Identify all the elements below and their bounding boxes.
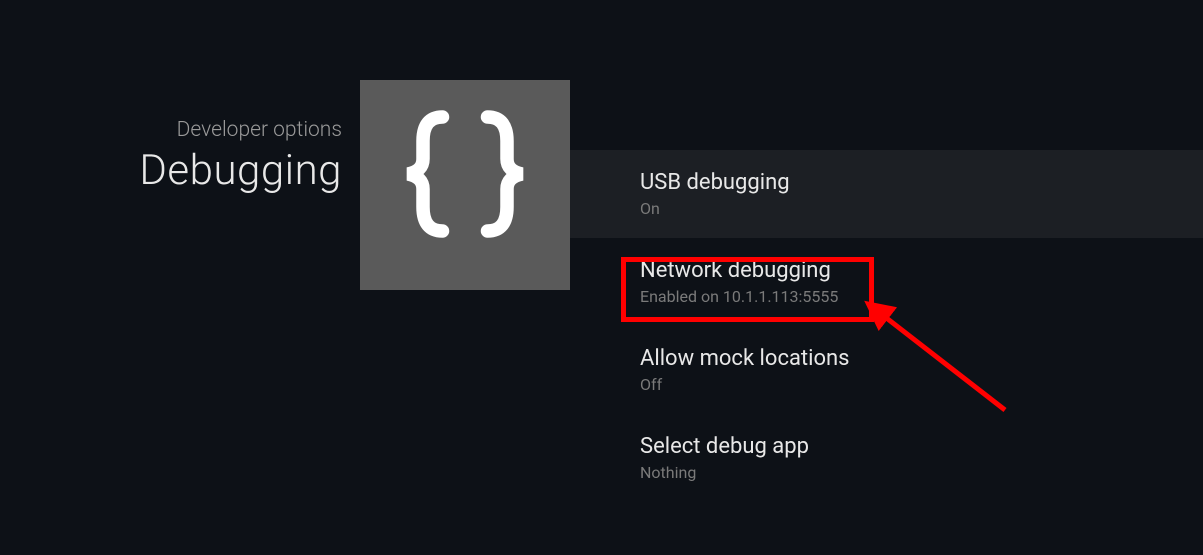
setting-title: Select debug app (640, 434, 1203, 459)
setting-subtitle: Off (640, 375, 1203, 394)
setting-subtitle: Nothing (640, 463, 1203, 482)
setting-network-debugging[interactable]: Network debugging Enabled on 10.1.1.113:… (570, 238, 1203, 326)
setting-select-debug-app[interactable]: Select debug app Nothing (570, 414, 1203, 502)
setting-title: USB debugging (640, 170, 1203, 195)
setting-subtitle: On (640, 199, 1203, 218)
braces-icon (390, 99, 540, 272)
header-text-block: Developer options Debugging (139, 80, 342, 195)
breadcrumb: Developer options (139, 118, 342, 142)
left-panel: Developer options Debugging (0, 0, 570, 555)
settings-list: USB debugging On Network debugging Enabl… (570, 150, 1203, 502)
setting-allow-mock-locations[interactable]: Allow mock locations Off (570, 326, 1203, 414)
setting-usb-debugging[interactable]: USB debugging On (570, 150, 1203, 238)
setting-title: Network debugging (640, 258, 1203, 283)
setting-title: Allow mock locations (640, 346, 1203, 371)
header-area: Developer options Debugging (139, 80, 570, 290)
page-title: Debugging (139, 146, 342, 195)
icon-tile (360, 80, 570, 290)
right-panel: USB debugging On Network debugging Enabl… (570, 0, 1203, 555)
setting-subtitle: Enabled on 10.1.1.113:5555 (640, 287, 1203, 306)
